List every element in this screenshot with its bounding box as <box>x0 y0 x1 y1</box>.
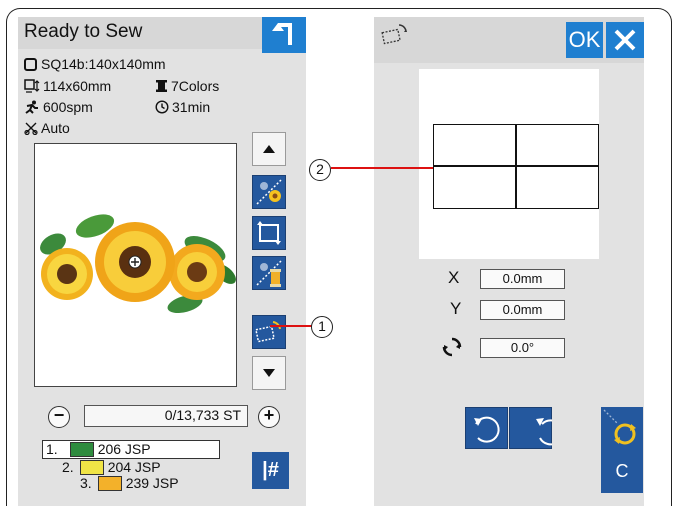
callout-2: 2 <box>309 159 331 181</box>
stitch-counter: 0/13,733 ST <box>84 405 248 427</box>
colors-info: 7Colors <box>155 78 219 94</box>
rotate-reset-button[interactable] <box>601 407 643 449</box>
thread-color-swatch <box>69 441 94 457</box>
center-crosshair-icon <box>128 255 142 269</box>
color-change-button[interactable] <box>252 175 286 209</box>
back-arrow-icon <box>272 23 292 45</box>
arrow-up-icon <box>263 145 275 153</box>
rotate-right-icon <box>536 418 564 446</box>
thread-number: 3. <box>80 475 92 491</box>
design-size-text: 114x60mm <box>43 78 112 94</box>
x-position-value: 0.0mm <box>480 269 565 289</box>
thread-color-swatch <box>97 475 122 491</box>
close-icon <box>614 29 636 51</box>
thread-number: 2. <box>62 459 74 475</box>
size-icon <box>24 79 40 93</box>
thread-code: 206 JSP <box>97 441 151 457</box>
scroll-up-button[interactable] <box>252 132 286 166</box>
scroll-down-button[interactable] <box>252 356 286 390</box>
baste-layout-icon <box>255 321 281 343</box>
callout-1: 1 <box>311 316 333 338</box>
time-text: 31min <box>172 99 211 115</box>
page-title: Ready to Sew <box>24 21 143 42</box>
monochrome-icon <box>256 260 282 287</box>
back-button[interactable] <box>262 17 306 53</box>
spool-icon <box>156 80 167 92</box>
x-label: X <box>448 268 460 287</box>
colors-count-text: 7Colors <box>171 78 220 94</box>
y-position-value: 0.0mm <box>480 300 565 320</box>
thread-number: 1. <box>46 441 58 457</box>
rotation-angle-value: 0.0° <box>480 338 565 358</box>
hoop-size-text: SQ14b:140x140mm <box>41 56 166 72</box>
close-button[interactable] <box>606 22 644 58</box>
rotate-left-button[interactable] <box>465 407 508 449</box>
stitch-forward-button[interactable]: + <box>258 406 280 428</box>
color-icon <box>256 179 282 205</box>
rotate-right-button[interactable] <box>509 407 564 449</box>
thread-code: 204 JSP <box>107 459 161 475</box>
clear-button[interactable]: C <box>601 449 643 493</box>
design-preview[interactable] <box>34 143 237 387</box>
center-vertical-line <box>515 124 517 209</box>
flip-layout-button[interactable] <box>252 216 286 250</box>
y-label: Y <box>450 299 462 318</box>
thread-list-item[interactable]: 2. 204 JSP <box>62 459 161 475</box>
callout-leader-line <box>270 325 312 327</box>
baste-layout-button[interactable] <box>252 315 286 349</box>
runner-icon <box>25 100 38 114</box>
ok-button[interactable]: OK <box>566 22 603 58</box>
flip-icon <box>257 221 281 245</box>
speed-text: 600spm <box>43 99 93 115</box>
center-horizontal-line <box>433 165 599 167</box>
panel-header <box>374 17 644 63</box>
rotate-left-icon <box>474 416 500 443</box>
thread-code: 239 JSP <box>125 475 179 491</box>
callout-leader-line <box>331 167 433 169</box>
monochrome-button[interactable] <box>252 256 286 290</box>
time-info: 31min <box>155 99 210 115</box>
hoop-icon <box>24 57 37 71</box>
stitch-back-button[interactable]: − <box>48 406 70 428</box>
design-size-info: 114x60mm <box>24 78 111 94</box>
baste-layout-icon <box>381 24 407 45</box>
clock-icon <box>155 100 169 114</box>
jump-to-stitch-button[interactable]: |# <box>252 452 289 489</box>
thread-color-swatch <box>79 459 104 475</box>
arrow-down-icon <box>263 369 275 377</box>
speed-info: 600spm <box>24 99 93 115</box>
rotate-reset-icon <box>603 409 636 445</box>
thread-cut-info: Auto <box>24 120 70 136</box>
sunflower-design <box>40 214 236 314</box>
thread-list-item[interactable]: 1. 206 JSP <box>46 441 151 457</box>
rotate-angle-icon <box>442 337 462 357</box>
thread-list-item[interactable]: 3. 239 JSP <box>80 475 179 491</box>
thread-cut-text: Auto <box>41 120 70 136</box>
scissors-icon <box>24 122 38 135</box>
hoop-info: SQ14b:140x140mm <box>24 56 166 72</box>
